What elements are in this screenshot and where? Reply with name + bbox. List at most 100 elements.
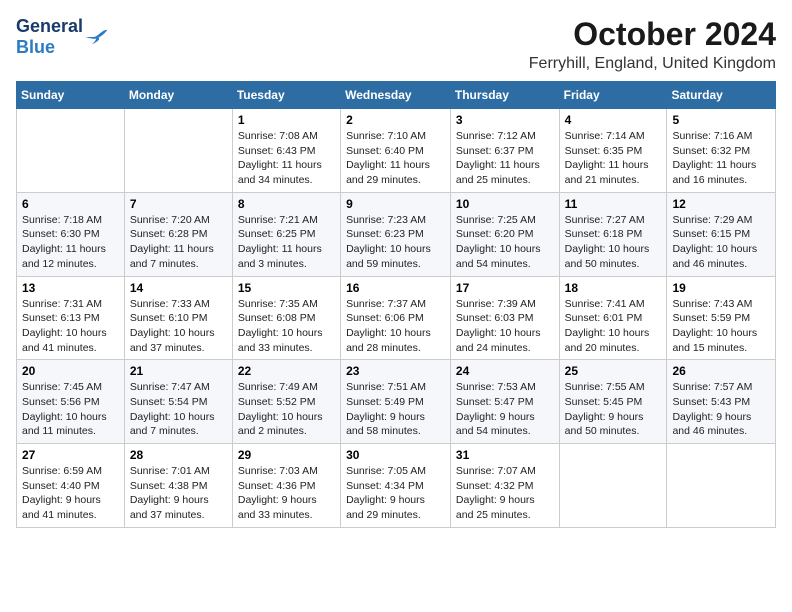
calendar-cell: 15 Sunrise: 7:35 AM Sunset: 6:08 PM Dayli… xyxy=(232,276,340,360)
day-number: 27 xyxy=(22,448,119,462)
day-number: 25 xyxy=(565,364,662,378)
calendar-cell: 1Sunrise: 7:08 AM Sunset: 6:43 PM Daylig… xyxy=(232,109,340,193)
day-number: 15 xyxy=(238,281,335,295)
calendar-cell: 17Sunrise: 7:39 AM Sunset: 6:03 PM Dayli… xyxy=(450,276,559,360)
cell-content: Sunrise: 7:14 AM Sunset: 6:35 PM Dayligh… xyxy=(565,129,662,188)
calendar-cell: 23 Sunrise: 7:51 AM Sunset: 5:49 PM Dayli… xyxy=(341,360,451,444)
calendar-week-row: 20 Sunrise: 7:45 AM Sunset: 5:56 PM Dayli… xyxy=(17,360,776,444)
day-number: 7 xyxy=(130,197,227,211)
day-number: 8 xyxy=(238,197,335,211)
cell-content: Sunrise: 7:16 AM Sunset: 6:32 PM Dayligh… xyxy=(672,129,770,188)
day-number: 30 xyxy=(346,448,445,462)
cell-content: Sunrise: 7:07 AM Sunset: 4:32 PM Dayligh… xyxy=(456,464,554,523)
cell-content: Sunrise: 7:35 AM Sunset: 6:08 PM Dayligh… xyxy=(238,297,335,356)
calendar-cell: 12 Sunrise: 7:29 AM Sunset: 6:15 PM Dayli… xyxy=(667,192,776,276)
cell-content: Sunrise: 7:49 AM Sunset: 5:52 PM Dayligh… xyxy=(238,380,335,439)
calendar-week-row: 6Sunrise: 7:18 AM Sunset: 6:30 PM Daylig… xyxy=(17,192,776,276)
day-number: 6 xyxy=(22,197,119,211)
cell-content: Sunrise: 7:55 AM Sunset: 5:45 PM Dayligh… xyxy=(565,380,662,439)
cell-content: Sunrise: 7:23 AM Sunset: 6:23 PM Dayligh… xyxy=(346,213,445,272)
calendar-cell xyxy=(559,444,667,528)
cell-content: Sunrise: 7:05 AM Sunset: 4:34 PM Dayligh… xyxy=(346,464,445,523)
day-number: 21 xyxy=(130,364,227,378)
weekday-header-cell: Wednesday xyxy=(341,82,451,109)
day-number: 24 xyxy=(456,364,554,378)
calendar-cell: 11 Sunrise: 7:27 AM Sunset: 6:18 PM Dayli… xyxy=(559,192,667,276)
cell-content: Sunrise: 7:12 AM Sunset: 6:37 PM Dayligh… xyxy=(456,129,554,188)
calendar-cell: 2 Sunrise: 7:10 AM Sunset: 6:40 PM Daylig… xyxy=(341,109,451,193)
calendar-cell: 29 Sunrise: 7:03 AM Sunset: 4:36 PM Dayli… xyxy=(232,444,340,528)
day-number: 26 xyxy=(672,364,770,378)
day-number: 3 xyxy=(456,113,554,127)
cell-content: Sunrise: 7:29 AM Sunset: 6:15 PM Dayligh… xyxy=(672,213,770,272)
calendar-week-row: 27 Sunrise: 6:59 AM Sunset: 4:40 PM Dayli… xyxy=(17,444,776,528)
calendar-week-row: 1Sunrise: 7:08 AM Sunset: 6:43 PM Daylig… xyxy=(17,109,776,193)
cell-content: Sunrise: 7:41 AM Sunset: 6:01 PM Dayligh… xyxy=(565,297,662,356)
calendar-cell: 3 Sunrise: 7:12 AM Sunset: 6:37 PM Daylig… xyxy=(450,109,559,193)
cell-content: Sunrise: 7:33 AM Sunset: 6:10 PM Dayligh… xyxy=(130,297,227,356)
month-title: October 2024 xyxy=(529,16,776,53)
day-number: 18 xyxy=(565,281,662,295)
logo-blue-text: Blue xyxy=(16,37,55,57)
calendar-cell: 20 Sunrise: 7:45 AM Sunset: 5:56 PM Dayli… xyxy=(17,360,125,444)
calendar-cell: 26 Sunrise: 7:57 AM Sunset: 5:43 PM Dayli… xyxy=(667,360,776,444)
day-number: 23 xyxy=(346,364,445,378)
cell-content: Sunrise: 7:39 AM Sunset: 6:03 PM Dayligh… xyxy=(456,297,554,356)
day-number: 13 xyxy=(22,281,119,295)
cell-content: Sunrise: 7:27 AM Sunset: 6:18 PM Dayligh… xyxy=(565,213,662,272)
day-number: 12 xyxy=(672,197,770,211)
day-number: 11 xyxy=(565,197,662,211)
calendar-cell: 8Sunrise: 7:21 AM Sunset: 6:25 PM Daylig… xyxy=(232,192,340,276)
logo: General Blue xyxy=(16,16,109,58)
day-number: 20 xyxy=(22,364,119,378)
cell-content: Sunrise: 7:10 AM Sunset: 6:40 PM Dayligh… xyxy=(346,129,445,188)
calendar-cell: 18 Sunrise: 7:41 AM Sunset: 6:01 PM Dayli… xyxy=(559,276,667,360)
calendar-cell: 10 Sunrise: 7:25 AM Sunset: 6:20 PM Dayli… xyxy=(450,192,559,276)
cell-content: Sunrise: 7:03 AM Sunset: 4:36 PM Dayligh… xyxy=(238,464,335,523)
calendar-cell xyxy=(124,109,232,193)
weekday-header-cell: Friday xyxy=(559,82,667,109)
day-number: 2 xyxy=(346,113,445,127)
calendar-cell: 28 Sunrise: 7:01 AM Sunset: 4:38 PM Dayli… xyxy=(124,444,232,528)
calendar-cell: 25 Sunrise: 7:55 AM Sunset: 5:45 PM Dayli… xyxy=(559,360,667,444)
calendar-cell xyxy=(17,109,125,193)
calendar-cell: 30 Sunrise: 7:05 AM Sunset: 4:34 PM Dayli… xyxy=(341,444,451,528)
day-number: 1 xyxy=(238,113,335,127)
logo-bird-icon xyxy=(85,27,109,47)
weekday-header-cell: Thursday xyxy=(450,82,559,109)
calendar-cell: 7 Sunrise: 7:20 AM Sunset: 6:28 PM Daylig… xyxy=(124,192,232,276)
cell-content: Sunrise: 7:37 AM Sunset: 6:06 PM Dayligh… xyxy=(346,297,445,356)
calendar-cell: 16 Sunrise: 7:37 AM Sunset: 6:06 PM Dayli… xyxy=(341,276,451,360)
day-number: 22 xyxy=(238,364,335,378)
calendar-cell: 14 Sunrise: 7:33 AM Sunset: 6:10 PM Dayli… xyxy=(124,276,232,360)
calendar-cell: 21Sunrise: 7:47 AM Sunset: 5:54 PM Dayli… xyxy=(124,360,232,444)
cell-content: Sunrise: 7:45 AM Sunset: 5:56 PM Dayligh… xyxy=(22,380,119,439)
cell-content: Sunrise: 7:43 AM Sunset: 5:59 PM Dayligh… xyxy=(672,297,770,356)
logo-general-text: General xyxy=(16,16,83,36)
cell-content: Sunrise: 7:01 AM Sunset: 4:38 PM Dayligh… xyxy=(130,464,227,523)
weekday-header-cell: Tuesday xyxy=(232,82,340,109)
day-number: 5 xyxy=(672,113,770,127)
calendar-cell: 9 Sunrise: 7:23 AM Sunset: 6:23 PM Daylig… xyxy=(341,192,451,276)
day-number: 16 xyxy=(346,281,445,295)
location: Ferryhill, England, United Kingdom xyxy=(529,55,776,73)
cell-content: Sunrise: 7:57 AM Sunset: 5:43 PM Dayligh… xyxy=(672,380,770,439)
day-number: 10 xyxy=(456,197,554,211)
title-block: October 2024 Ferryhill, England, United … xyxy=(529,16,776,73)
cell-content: Sunrise: 7:20 AM Sunset: 6:28 PM Dayligh… xyxy=(130,213,227,272)
weekday-header-cell: Monday xyxy=(124,82,232,109)
day-number: 9 xyxy=(346,197,445,211)
day-number: 14 xyxy=(130,281,227,295)
calendar-cell: 27 Sunrise: 6:59 AM Sunset: 4:40 PM Dayli… xyxy=(17,444,125,528)
day-number: 29 xyxy=(238,448,335,462)
day-number: 31 xyxy=(456,448,554,462)
cell-content: Sunrise: 7:25 AM Sunset: 6:20 PM Dayligh… xyxy=(456,213,554,272)
day-number: 28 xyxy=(130,448,227,462)
weekday-header-cell: Sunday xyxy=(17,82,125,109)
cell-content: Sunrise: 7:53 AM Sunset: 5:47 PM Dayligh… xyxy=(456,380,554,439)
cell-content: Sunrise: 6:59 AM Sunset: 4:40 PM Dayligh… xyxy=(22,464,119,523)
cell-content: Sunrise: 7:51 AM Sunset: 5:49 PM Dayligh… xyxy=(346,380,445,439)
calendar-cell: 31 Sunrise: 7:07 AM Sunset: 4:32 PM Dayli… xyxy=(450,444,559,528)
calendar-cell: 19Sunrise: 7:43 AM Sunset: 5:59 PM Dayli… xyxy=(667,276,776,360)
calendar-cell: 4Sunrise: 7:14 AM Sunset: 6:35 PM Daylig… xyxy=(559,109,667,193)
